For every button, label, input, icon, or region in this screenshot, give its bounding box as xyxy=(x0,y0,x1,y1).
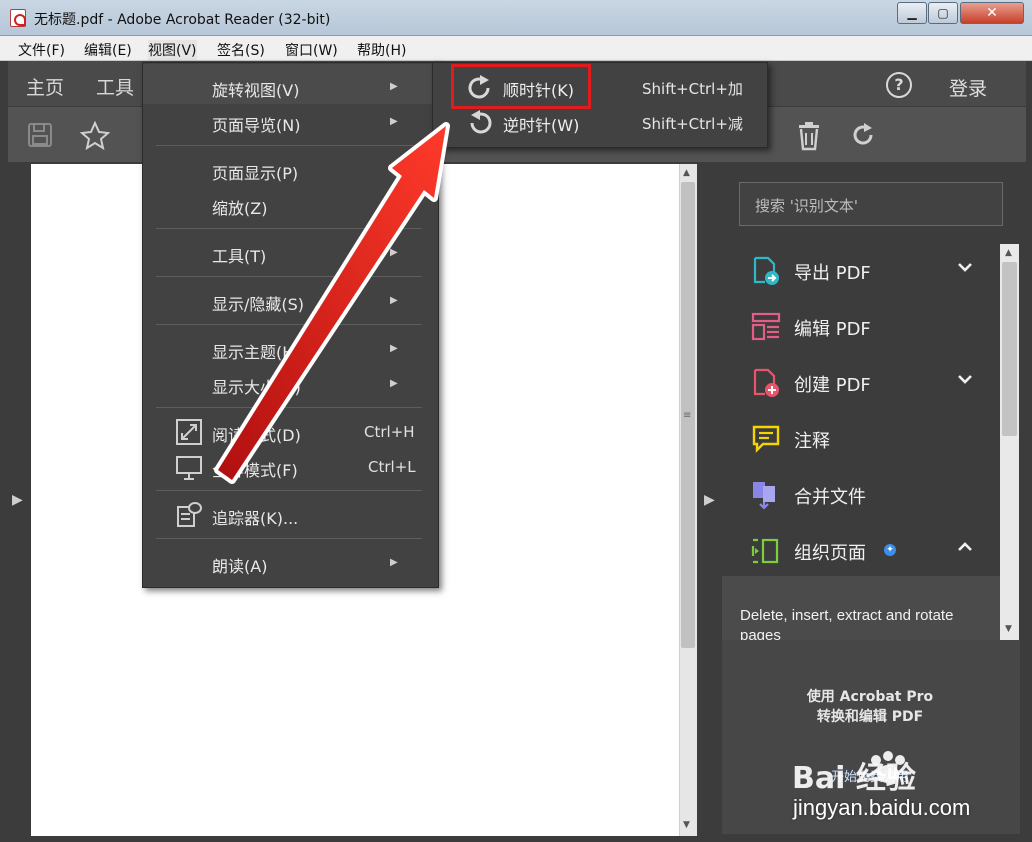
tool-label: 注释 xyxy=(794,431,830,452)
export-pdf-icon xyxy=(753,256,779,285)
menu-item-page-display[interactable]: 页面显示(P) xyxy=(212,160,298,184)
left-pane-expand-icon[interactable]: ▶ xyxy=(12,492,23,508)
bookmark-star-icon[interactable] xyxy=(79,120,111,151)
menu-file[interactable]: 文件(F) xyxy=(18,40,65,60)
edit-pdf-icon xyxy=(751,312,781,341)
menu-bar: 文件(F) 编辑(E) 视图(V) 签名(S) 窗口(W) 帮助(H) xyxy=(0,36,1032,61)
submenu-arrow-icon: ▶ xyxy=(390,343,398,354)
tracker-icon xyxy=(177,502,202,527)
menu-item-counterclockwise[interactable]: 逆时针(W) xyxy=(503,112,579,136)
new-badge-icon: ✦ xyxy=(884,544,896,556)
tool-search-placeholder: 搜索 '识别文本' xyxy=(755,197,859,215)
menu-item-rotate-view[interactable]: 旋转视图(V) xyxy=(212,77,299,101)
menu-divider xyxy=(156,145,422,146)
promo-title: 使用 Acrobat Pro xyxy=(806,689,934,705)
close-button[interactable]: ✕ xyxy=(960,2,1024,24)
comment-icon xyxy=(752,425,780,453)
shortcut-counterclockwise: Shift+Ctrl+减 xyxy=(642,115,743,133)
maximize-button[interactable]: ▢ xyxy=(928,2,958,24)
tool-create-pdf[interactable]: 创建 PDF xyxy=(722,356,1000,412)
menu-window[interactable]: 窗口(W) xyxy=(285,40,338,60)
login-button[interactable]: 登录 xyxy=(949,74,987,101)
tool-label: 组织页面 xyxy=(794,543,866,564)
menu-item-page-navigation[interactable]: 页面导览(N) xyxy=(212,112,300,136)
menu-sign[interactable]: 签名(S) xyxy=(217,40,265,60)
menu-divider xyxy=(156,538,422,539)
submenu-arrow-icon: ▶ xyxy=(390,81,398,92)
tool-label: 导出 PDF xyxy=(794,263,871,284)
full-screen-icon xyxy=(176,456,202,480)
menu-item-display-size[interactable]: 显示大小(D) xyxy=(212,374,301,398)
highlight-box xyxy=(451,64,591,109)
menu-divider xyxy=(156,407,422,408)
menu-item-full-screen[interactable]: 全屏模式(F) xyxy=(212,457,298,481)
delete-icon[interactable] xyxy=(795,121,823,151)
rotate-counterclockwise-icon xyxy=(470,110,492,134)
chevron-up-icon[interactable] xyxy=(956,538,974,561)
tool-label: 合并文件 xyxy=(794,487,866,508)
chevron-down-icon[interactable] xyxy=(956,258,974,281)
menu-item-tracker[interactable]: 追踪器(K)... xyxy=(212,505,298,529)
submenu-arrow-icon: ▶ xyxy=(390,247,398,258)
create-pdf-icon xyxy=(753,368,779,397)
menu-item-read-mode[interactable]: 阅读模式(D) xyxy=(212,422,301,446)
shortcut-full-screen: Ctrl+L xyxy=(368,458,416,476)
submenu-arrow-icon: ▶ xyxy=(390,116,398,127)
organize-description: Delete, insert, extract and rotate pages xyxy=(722,576,1000,640)
submenu-arrow-icon: ▶ xyxy=(390,378,398,389)
title-bar: 无标题.pdf - Adobe Acrobat Reader (32-bit) … xyxy=(0,0,1032,36)
tool-combine-files[interactable]: 合并文件 xyxy=(722,468,1000,524)
tool-organize-pages[interactable]: 组织页面 ✦ xyxy=(722,524,1000,580)
acrobat-app-icon xyxy=(10,9,26,27)
chevron-down-icon[interactable] xyxy=(956,370,974,393)
organize-description-text: Delete, insert, extract and rotate pages xyxy=(740,607,954,640)
combine-files-icon xyxy=(753,482,775,510)
minimize-button[interactable]: ▁ xyxy=(897,2,927,24)
tools-scroll-thumb[interactable] xyxy=(1002,262,1017,436)
organize-pages-icon xyxy=(751,538,779,564)
right-pane-collapse-icon[interactable]: ▶ xyxy=(704,492,715,508)
tool-label: 创建 PDF xyxy=(794,375,871,396)
menu-item-read-aloud[interactable]: 朗读(A) xyxy=(212,553,267,577)
save-icon[interactable] xyxy=(26,121,54,149)
baidu-jingyan-logo: Bai 经验 xyxy=(792,751,916,796)
menu-divider xyxy=(156,276,422,277)
tool-comment[interactable]: 注释 xyxy=(722,412,1000,468)
menu-item-display-theme[interactable]: 显示主题(H) xyxy=(212,339,301,363)
rotate-clockwise-icon[interactable] xyxy=(849,121,877,149)
tool-edit-pdf[interactable]: 编辑 PDF xyxy=(722,300,1000,356)
scroll-grip-icon: ≡ xyxy=(683,410,692,421)
shortcut-clockwise: Shift+Ctrl+加 xyxy=(642,80,743,98)
menu-item-tools[interactable]: 工具(T) xyxy=(212,243,266,267)
menu-divider xyxy=(156,490,422,491)
menu-help[interactable]: 帮助(H) xyxy=(357,40,406,60)
watermark-brand-text: Bai 经验 xyxy=(792,761,916,796)
menu-item-show-hide[interactable]: 显示/隐藏(S) xyxy=(212,291,304,315)
tool-export-pdf[interactable]: 导出 PDF xyxy=(722,244,1000,300)
menu-divider xyxy=(156,324,422,325)
window-title: 无标题.pdf - Adobe Acrobat Reader (32-bit) xyxy=(34,12,331,28)
promo-subtitle: 转换和编辑 PDF xyxy=(816,709,924,725)
submenu-arrow-icon: ▶ xyxy=(390,557,398,568)
menu-divider xyxy=(156,228,422,229)
read-mode-icon xyxy=(176,419,202,445)
tool-label: 编辑 PDF xyxy=(794,319,871,340)
menu-view[interactable]: 视图(V) xyxy=(148,40,197,60)
watermark-url: jingyan.baidu.com xyxy=(793,795,971,820)
shortcut-read-mode: Ctrl+H xyxy=(364,423,415,441)
menu-item-zoom[interactable]: 缩放(Z) xyxy=(212,195,267,219)
menu-edit[interactable]: 编辑(E) xyxy=(84,40,132,60)
submenu-arrow-icon: ▶ xyxy=(390,295,398,306)
help-icon[interactable]: ? xyxy=(886,72,912,98)
tab-tools[interactable]: 工具 xyxy=(96,73,134,100)
tab-home[interactable]: 主页 xyxy=(26,73,64,100)
